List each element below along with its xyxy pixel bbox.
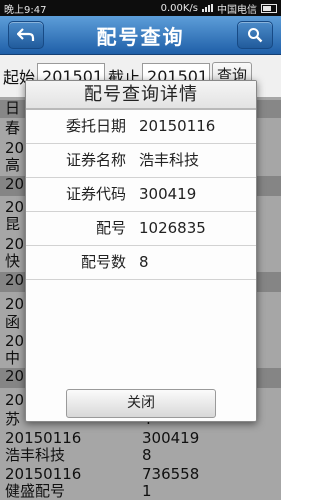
detail-value: 浩丰科技 [139, 151, 200, 169]
detail-label: 委托日期 [65, 117, 126, 135]
status-bar: 晚上9:47 0.00K/s 中国电信 [0, 0, 281, 16]
close-button[interactable]: 关闭 [66, 389, 216, 418]
detail-row-code: 证券代码 300419 [26, 178, 256, 212]
back-button[interactable] [8, 21, 44, 49]
detail-dialog: 配号查询详情 委托日期 20150116 证券名称 浩丰科技 证券代码 3004… [25, 80, 257, 422]
detail-label: 配号 [95, 219, 126, 237]
search-button[interactable] [237, 21, 273, 49]
detail-row-date: 委托日期 20150116 [26, 110, 256, 144]
detail-row-name: 证券名称 浩丰科技 [26, 144, 256, 178]
title-bar: 配号查询 [0, 16, 281, 55]
detail-value: 1026835 [139, 219, 206, 237]
signal-icon [202, 4, 213, 12]
page-title: 配号查询 [96, 24, 185, 49]
search-icon [248, 28, 263, 43]
detail-label: 配号数 [80, 253, 126, 271]
status-time: 晚上9:47 [4, 4, 47, 16]
status-right: 0.00K/s 中国电信 [161, 1, 277, 16]
detail-value: 8 [139, 253, 149, 271]
detail-row-count: 配号数 8 [26, 246, 256, 280]
detail-value: 20150116 [139, 117, 216, 135]
dialog-title: 配号查询详情 [26, 81, 256, 110]
detail-row-number: 配号 1026835 [26, 212, 256, 246]
battery-icon [261, 3, 277, 13]
back-arrow-icon [17, 28, 35, 41]
detail-label: 证券代码 [65, 185, 126, 203]
network-speed: 0.00K/s [160, 2, 198, 14]
detail-label: 证券名称 [65, 151, 126, 169]
carrier-name: 中国电信 [217, 4, 257, 16]
detail-value: 300419 [139, 185, 197, 203]
